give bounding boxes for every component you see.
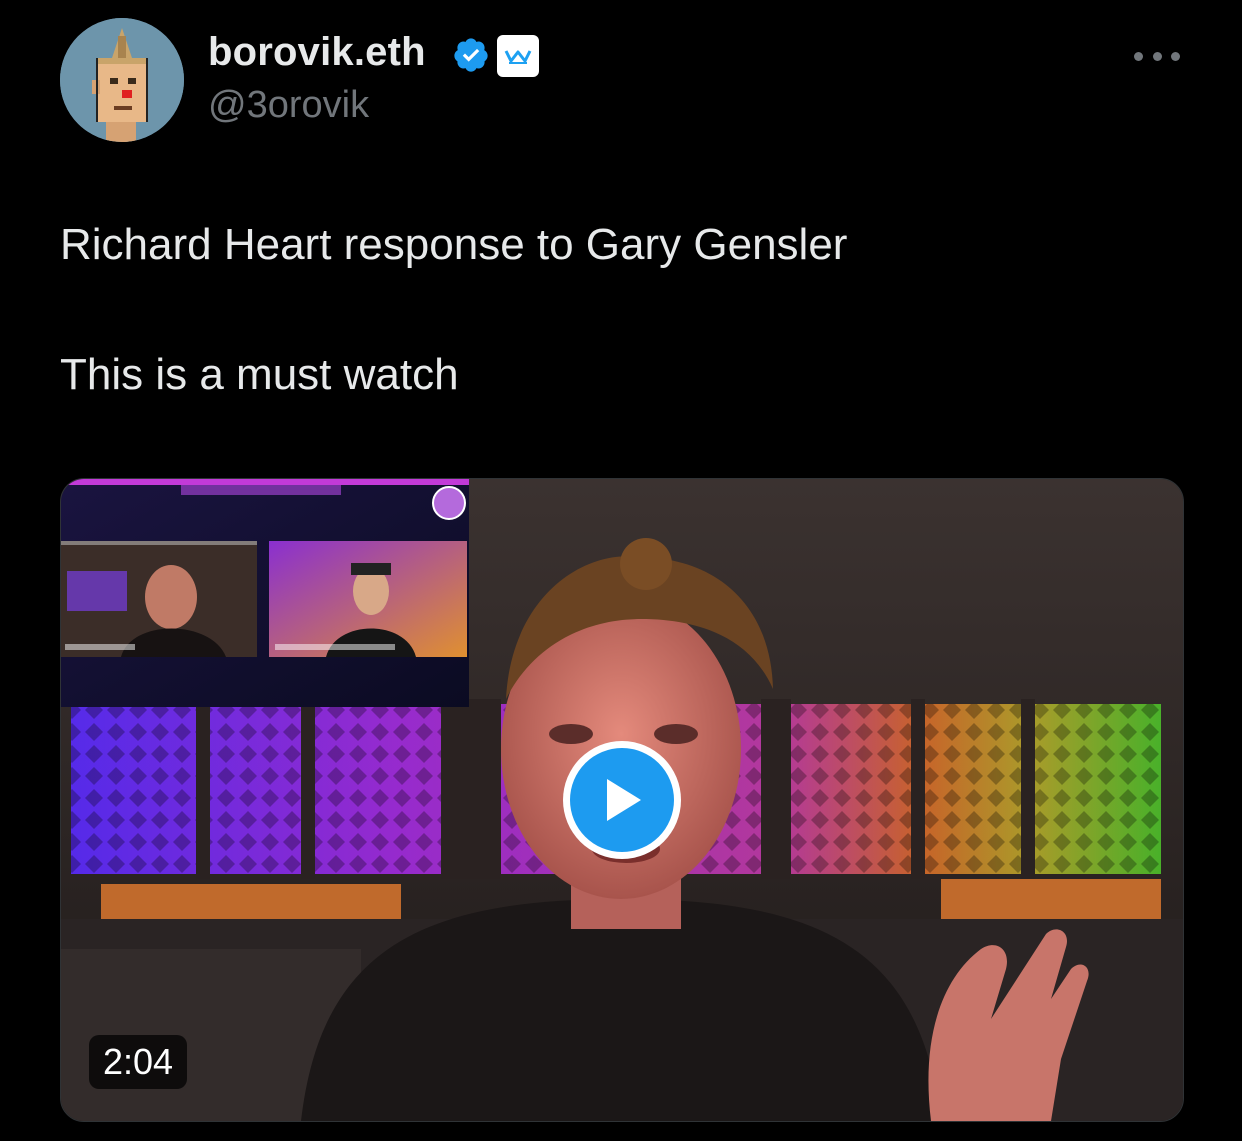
handle[interactable]: @3orovik — [208, 84, 369, 127]
video-duration: 2:04 — [89, 1035, 188, 1089]
tweet-text-line-2: This is a must watch — [60, 350, 459, 399]
display-name[interactable]: borovik.eth — [208, 30, 426, 75]
more-options-icon[interactable] — [1134, 46, 1180, 66]
video-player[interactable]: 2:04 — [60, 478, 1184, 1122]
avatar[interactable] — [60, 18, 184, 142]
pixel-punk-avatar-icon — [60, 18, 184, 142]
verified-icon — [454, 38, 488, 72]
crown-icon — [504, 50, 532, 64]
tweet-text-line-1: Richard Heart response to Gary Gensler — [60, 220, 848, 269]
tweet: borovik.eth @3orovik Richard Heart respo… — [0, 0, 1242, 1141]
play-button[interactable] — [563, 741, 681, 859]
play-icon-circle — [570, 748, 674, 852]
play-icon — [607, 779, 641, 821]
affiliate-badge-icon[interactable] — [497, 35, 539, 77]
